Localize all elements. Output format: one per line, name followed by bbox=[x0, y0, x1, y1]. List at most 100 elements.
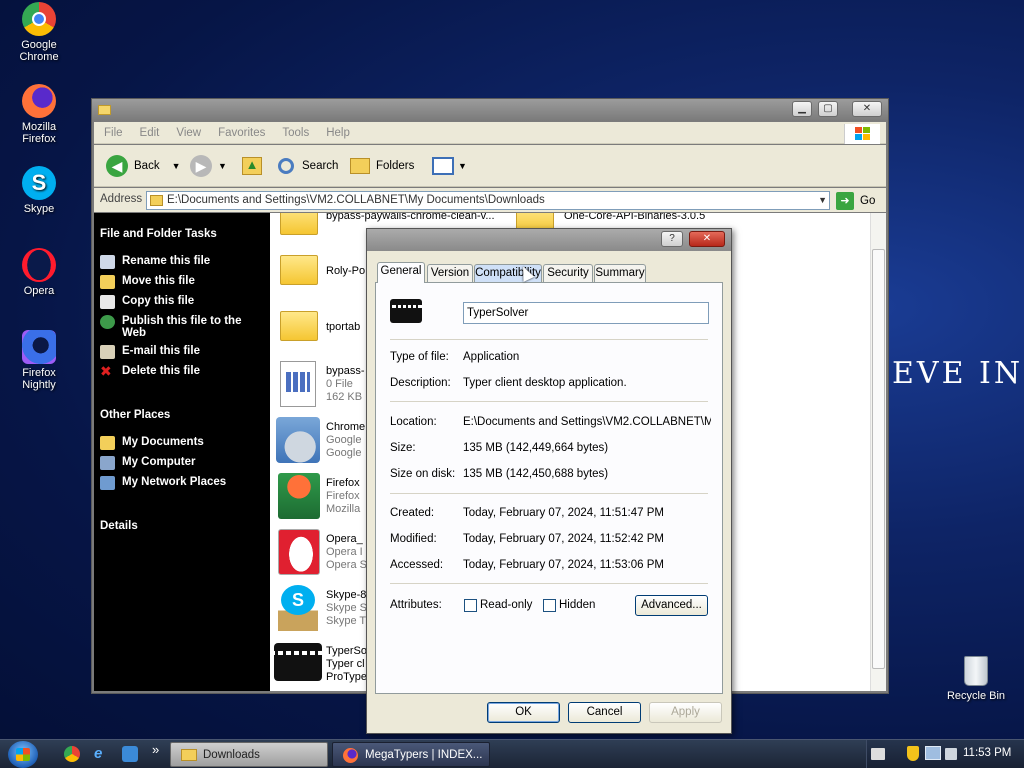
file-item[interactable]: Opera_ Opera I Opera S bbox=[326, 533, 367, 572]
file-list-scrollbar[interactable] bbox=[870, 213, 886, 691]
chevron-down-icon: ▼ bbox=[458, 161, 467, 171]
folder-icon bbox=[280, 213, 318, 235]
maximize-button[interactable]: ▢ bbox=[818, 101, 838, 117]
search-button[interactable]: Search bbox=[278, 153, 338, 179]
file-name-field[interactable]: TyperSolver bbox=[463, 302, 709, 324]
security-shield-icon[interactable] bbox=[907, 746, 919, 761]
chevron-down-icon[interactable]: ▼ bbox=[172, 161, 181, 171]
minimize-button[interactable]: ▁ bbox=[792, 101, 812, 117]
address-input[interactable]: E:\Documents and Settings\VM2.COLLABNET\… bbox=[146, 191, 830, 210]
quicklaunch-more-icon[interactable]: » bbox=[152, 742, 159, 757]
keyboard-app-icon bbox=[274, 643, 322, 681]
network-icon[interactable] bbox=[925, 746, 941, 760]
taskbar-button-label: Downloads bbox=[203, 749, 260, 761]
menu-view[interactable]: View bbox=[166, 122, 208, 139]
file-item[interactable]: One-Core-API-Binaries-3.0.5 bbox=[564, 213, 705, 223]
desktop-icon-skype[interactable]: S Skype bbox=[8, 166, 70, 215]
task-rename[interactable]: Rename this file bbox=[100, 255, 264, 269]
recycle-bin-icon bbox=[964, 656, 988, 686]
hidden-label[interactable]: Hidden bbox=[559, 599, 595, 611]
task-copy[interactable]: Copy this file bbox=[100, 295, 264, 309]
desktop-icon-chrome[interactable]: Google Chrome bbox=[8, 2, 70, 63]
menu-edit[interactable]: Edit bbox=[130, 122, 167, 139]
tab-summary[interactable]: Summary bbox=[594, 264, 646, 282]
go-arrow-icon: ➜ bbox=[836, 191, 854, 210]
go-label: Go bbox=[860, 194, 876, 207]
file-item[interactable]: bypass- 0 File 162 KB bbox=[326, 365, 365, 404]
tab-security[interactable]: Security bbox=[543, 264, 593, 282]
file-name: Firefox bbox=[326, 477, 360, 489]
ok-button[interactable]: OK bbox=[487, 702, 560, 723]
type-label: Type of file: bbox=[390, 351, 449, 363]
chevron-down-icon[interactable]: ▼ bbox=[218, 161, 227, 171]
start-button[interactable] bbox=[8, 741, 38, 768]
forward-button[interactable]: ▶ ▼ bbox=[190, 153, 227, 179]
file-item[interactable]: TyperSo Typer cl ProType bbox=[326, 645, 367, 684]
hidden-checkbox[interactable] bbox=[543, 599, 556, 612]
file-item[interactable]: tportab bbox=[326, 321, 360, 334]
folders-button[interactable]: Folders bbox=[350, 153, 414, 179]
views-button[interactable]: ▼ bbox=[432, 153, 467, 179]
keyboard-tray-icon[interactable] bbox=[871, 748, 885, 760]
tab-version[interactable]: Version bbox=[427, 264, 473, 282]
menu-help[interactable]: Help bbox=[316, 122, 357, 139]
explorer-titlebar[interactable]: ▁ ▢ ✕ bbox=[92, 99, 888, 121]
file-company: Google bbox=[326, 434, 362, 446]
help-button[interactable]: ? bbox=[661, 231, 683, 247]
dialog-titlebar[interactable]: ? ✕ bbox=[367, 229, 731, 251]
readonly-checkbox[interactable] bbox=[464, 599, 477, 612]
desktop-icon-opera[interactable]: Opera bbox=[8, 248, 70, 297]
other-places-heading[interactable]: Other Places bbox=[100, 409, 170, 421]
advanced-button[interactable]: Advanced... bbox=[635, 595, 708, 616]
task-pane: File and Folder Tasks Rename this file M… bbox=[94, 213, 270, 691]
back-button[interactable]: ◀ Back ▼ bbox=[106, 153, 181, 179]
menu-bar: File Edit View Favorites Tools Help bbox=[94, 122, 886, 144]
clock[interactable]: 11:53 PM bbox=[963, 747, 1011, 759]
desktop-icon-firefox-nightly[interactable]: Firefox Nightly bbox=[8, 330, 70, 391]
taskbar-button-firefox[interactable]: MegaTypers | INDEX... bbox=[332, 742, 490, 767]
taskbar-button-downloads[interactable]: Downloads bbox=[170, 742, 328, 767]
task-publish[interactable]: Publish this file to the Web bbox=[100, 315, 264, 339]
go-button[interactable]: ➜ Go bbox=[836, 191, 875, 210]
modified-value: Today, February 07, 2024, 11:52:42 PM bbox=[463, 533, 664, 545]
task-delete[interactable]: ✖ Delete this file bbox=[100, 364, 264, 379]
close-button[interactable]: ✕ bbox=[852, 101, 882, 117]
file-name: bypass-paywalls-chrome-clean-v... bbox=[326, 213, 495, 222]
place-network[interactable]: My Network Places bbox=[100, 476, 264, 490]
file-item[interactable]: Firefox Firefox Mozilla bbox=[326, 477, 360, 516]
volume-icon[interactable] bbox=[945, 748, 957, 760]
task-label: Rename this file bbox=[122, 255, 211, 267]
task-move[interactable]: Move this file bbox=[100, 275, 264, 289]
file-item[interactable]: Roly-Po bbox=[326, 265, 365, 278]
file-item[interactable]: Skype-8 Skype S Skype T bbox=[326, 589, 367, 628]
place-my-documents[interactable]: My Documents bbox=[100, 436, 264, 450]
address-dropdown-icon[interactable]: ▼ bbox=[818, 192, 827, 209]
recycle-bin-label: Recycle Bin bbox=[946, 690, 1006, 702]
file-item[interactable]: Chrome Google Google bbox=[326, 421, 365, 460]
up-folder-button[interactable]: ▲ bbox=[242, 153, 262, 179]
task-email[interactable]: E-mail this file bbox=[100, 345, 264, 359]
cancel-button[interactable]: Cancel bbox=[568, 702, 641, 723]
place-my-computer[interactable]: My Computer bbox=[100, 456, 264, 470]
readonly-label[interactable]: Read-only bbox=[480, 599, 532, 611]
quicklaunch-ie-icon[interactable]: e bbox=[94, 746, 110, 762]
menu-file[interactable]: File bbox=[94, 122, 130, 139]
desktop-icon-firefox[interactable]: Mozilla Firefox bbox=[8, 84, 70, 145]
folder-icon bbox=[280, 311, 318, 341]
tasks-heading[interactable]: File and Folder Tasks bbox=[100, 228, 217, 240]
quicklaunch-chrome-icon[interactable] bbox=[64, 746, 80, 762]
scrollbar-thumb[interactable] bbox=[872, 249, 885, 669]
menu-tools[interactable]: Tools bbox=[272, 122, 316, 139]
system-tray: 11:53 PM bbox=[866, 740, 1024, 768]
file-company: Opera I bbox=[326, 546, 363, 558]
wallpaper-text: EVE IN bbox=[892, 356, 1024, 391]
opera-installer-icon bbox=[278, 529, 320, 575]
tab-general[interactable]: General bbox=[377, 262, 425, 283]
close-icon[interactable]: ✕ bbox=[689, 231, 725, 247]
details-heading[interactable]: Details bbox=[100, 520, 138, 532]
apply-button[interactable]: Apply bbox=[649, 702, 722, 723]
file-item[interactable]: bypass-paywalls-chrome-clean-v... bbox=[326, 213, 495, 223]
quicklaunch-media-icon[interactable] bbox=[122, 746, 138, 762]
desktop-icon-recycle-bin[interactable]: Recycle Bin bbox=[942, 656, 1010, 702]
menu-favorites[interactable]: Favorites bbox=[208, 122, 272, 139]
